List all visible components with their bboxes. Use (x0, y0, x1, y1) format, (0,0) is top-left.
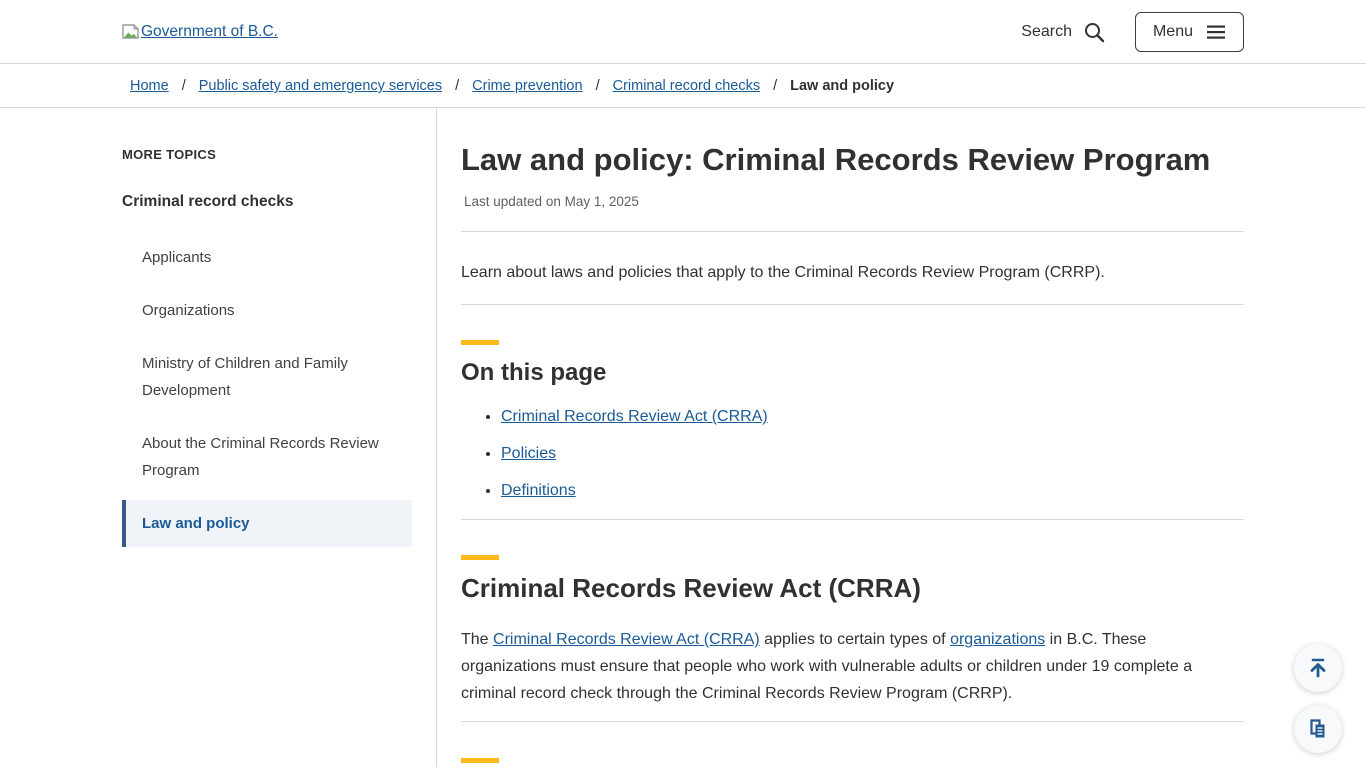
menu-button[interactable]: Menu (1135, 12, 1244, 52)
logo-alt-text: Government of B.C. (141, 23, 278, 41)
breadcrumb-criminal-record-checks[interactable]: Criminal record checks (613, 78, 760, 94)
page-title: Law and policy: Criminal Records Review … (461, 141, 1244, 178)
divider (461, 304, 1244, 305)
site-header: Government of B.C. Search Menu (0, 0, 1366, 64)
on-page-link-crra[interactable]: Criminal Records Review Act (CRRA) (501, 408, 768, 425)
breadcrumb-home[interactable]: Home (130, 78, 169, 94)
government-bc-logo-link[interactable]: Government of B.C. (122, 23, 278, 41)
paragraph-text: applies to certain types of (760, 631, 950, 648)
paragraph-text: The (461, 631, 493, 648)
sidebar-heading: MORE TOPICS (122, 147, 412, 162)
breadcrumb-separator: / (455, 78, 459, 94)
hamburger-icon (1206, 24, 1226, 40)
section-accent-bar (461, 340, 499, 345)
breadcrumb-crime-prevention[interactable]: Crime prevention (472, 78, 582, 94)
divider (461, 231, 1244, 232)
intro-paragraph: Learn about laws and policies that apply… (461, 262, 1244, 284)
search-button[interactable]: Search (1021, 21, 1105, 43)
breadcrumb-current-page: Law and policy (790, 78, 894, 94)
organizations-link[interactable]: organizations (950, 631, 1045, 648)
sidebar-item-ministry-children-family[interactable]: Ministry of Children and Family Developm… (122, 340, 412, 414)
sidebar-item-law-and-policy[interactable]: Law and policy (122, 500, 412, 547)
breadcrumb-public-safety[interactable]: Public safety and emergency services (199, 78, 442, 94)
breadcrumb-separator: / (596, 78, 600, 94)
list-item: Definitions (501, 482, 1244, 500)
on-page-link-definitions[interactable]: Definitions (501, 482, 576, 499)
breadcrumb: Home / Public safety and emergency servi… (0, 64, 1366, 108)
arrow-up-icon (1305, 655, 1331, 681)
breadcrumb-separator: / (182, 78, 186, 94)
divider (461, 721, 1244, 722)
broken-image-icon (122, 24, 139, 39)
crra-section-heading: Criminal Records Review Act (CRRA) (461, 573, 1244, 604)
last-updated: Last updated on May 1, 2025 (464, 194, 1244, 209)
section-accent-bar (461, 555, 499, 560)
section-accent-bar (461, 758, 499, 763)
sidebar-item-applicants[interactable]: Applicants (122, 234, 412, 281)
menu-label: Menu (1153, 23, 1193, 41)
on-this-page-heading: On this page (461, 359, 1244, 387)
sidebar-nav: MORE TOPICS Criminal record checks Appli… (122, 108, 437, 767)
copy-button[interactable] (1294, 705, 1342, 753)
breadcrumb-separator: / (773, 78, 777, 94)
on-this-page-list: Criminal Records Review Act (CRRA) Polic… (461, 408, 1244, 500)
sidebar-section-title: Criminal record checks (122, 193, 412, 211)
copy-icon (1306, 717, 1330, 741)
crra-act-link[interactable]: Criminal Records Review Act (CRRA) (493, 631, 760, 648)
sidebar-item-about-crrp[interactable]: About the Criminal Records Review Progra… (122, 420, 412, 494)
list-item: Criminal Records Review Act (CRRA) (501, 408, 1244, 426)
main-content: Law and policy: Criminal Records Review … (437, 108, 1244, 767)
back-to-top-button[interactable] (1294, 644, 1342, 692)
search-icon (1083, 21, 1105, 43)
list-item: Policies (501, 445, 1244, 463)
sidebar-item-organizations[interactable]: Organizations (122, 287, 412, 334)
crra-paragraph: The Criminal Records Review Act (CRRA) a… (461, 626, 1201, 707)
divider (461, 519, 1244, 520)
search-label: Search (1021, 23, 1072, 41)
on-page-link-policies[interactable]: Policies (501, 445, 556, 462)
